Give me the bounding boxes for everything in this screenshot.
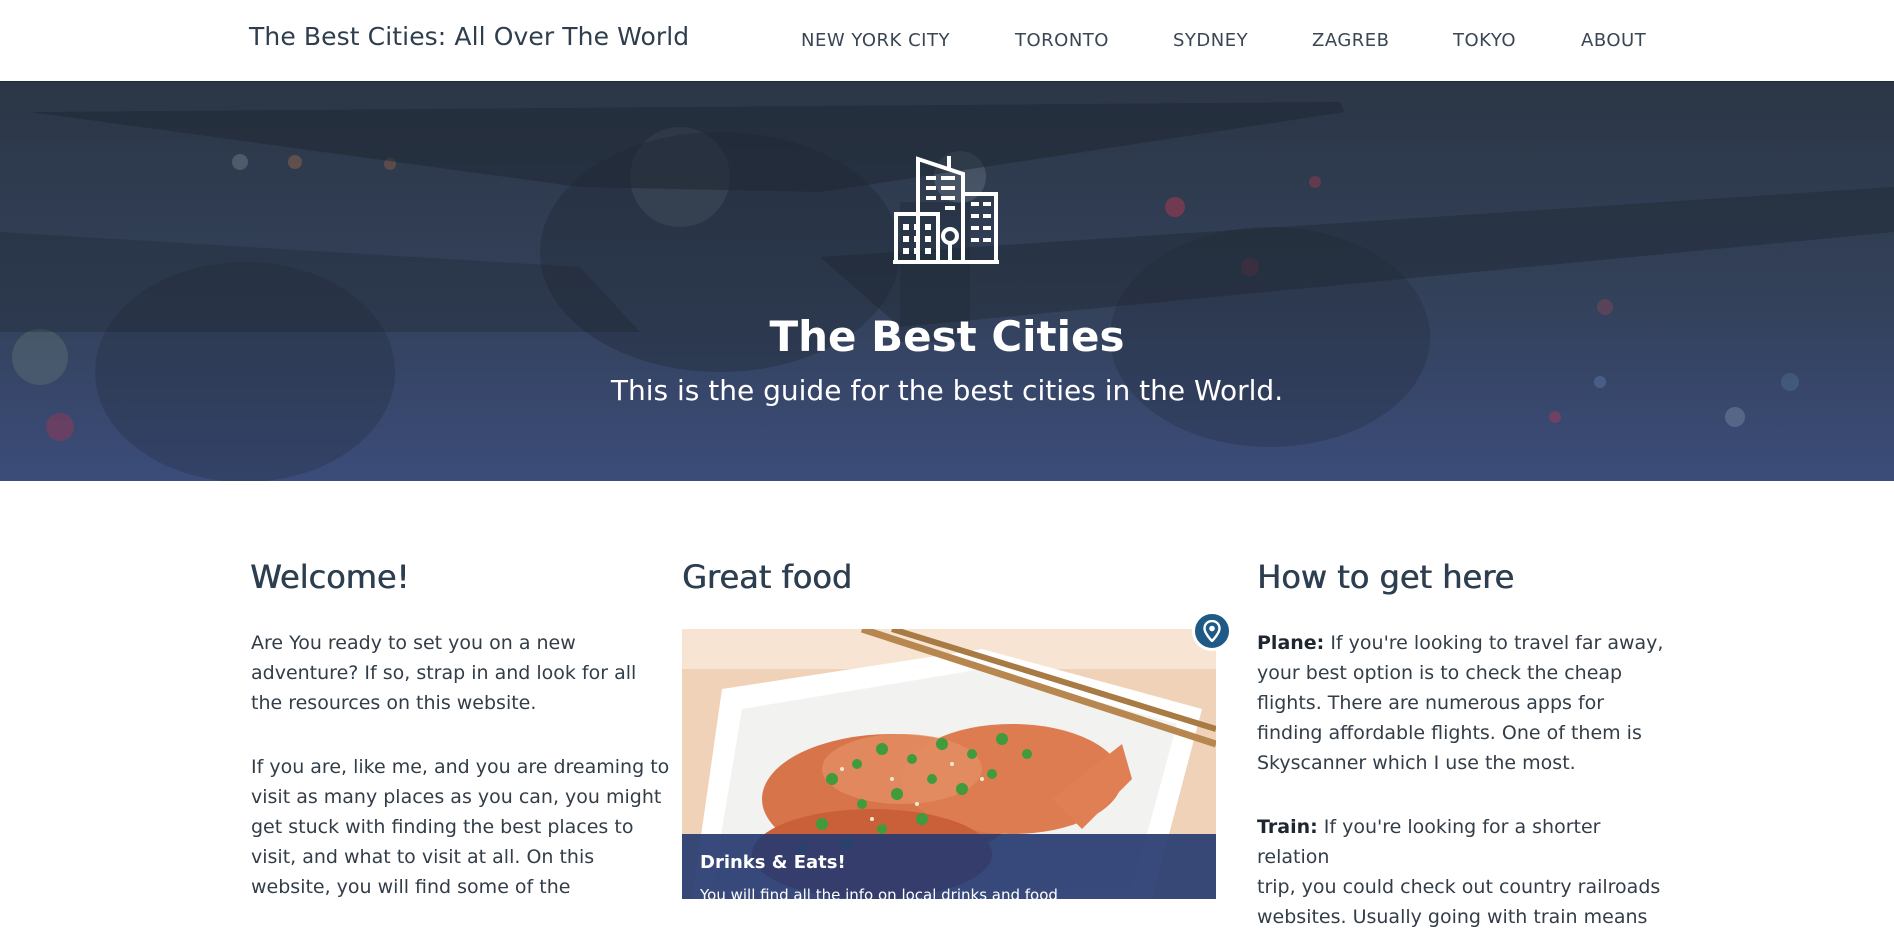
food-caption-text: You will find all the info on local drin… bbox=[700, 886, 1058, 899]
welcome-paragraph-1: Are You ready to set you on a new advent… bbox=[251, 628, 671, 718]
hero-subtitle: This is the guide for the best cities in… bbox=[610, 374, 1284, 407]
train-label: Train: bbox=[1257, 816, 1318, 838]
plane-text-line: finding affordable flights. One of them … bbox=[1257, 722, 1642, 744]
train-text-line: websites. Usually going with train means bbox=[1257, 906, 1648, 928]
welcome-p1-line: the resources on this website. bbox=[251, 692, 537, 714]
travel-plane-paragraph: Plane: If you're looking to travel far a… bbox=[1257, 628, 1677, 778]
map-pin-icon[interactable] bbox=[1192, 611, 1232, 651]
welcome-p1-line: Are You ready to set you on a new bbox=[251, 632, 576, 654]
hero-title: The Best Cities bbox=[769, 312, 1125, 361]
welcome-p2-line: If you are, like me, and you are dreamin… bbox=[251, 756, 670, 778]
site-brand-link[interactable]: The Best Cities: All Over The World bbox=[249, 22, 689, 51]
nav-link-sydney[interactable]: SYDNEY bbox=[1173, 30, 1248, 51]
travel-train-paragraph: Train: If you're looking for a shorter r… bbox=[1257, 812, 1677, 932]
welcome-heading: Welcome! bbox=[250, 558, 410, 596]
plane-text-line: your best option is to check the cheap bbox=[1257, 662, 1623, 684]
food-caption-title: Drinks & Eats! bbox=[700, 852, 846, 873]
top-navbar: The Best Cities: All Over The World NEW … bbox=[0, 0, 1894, 82]
food-card[interactable]: Drinks & Eats! You will find all the inf… bbox=[682, 629, 1216, 899]
welcome-p2-line: visit, and what to visit at all. On this bbox=[251, 846, 595, 868]
hero-banner: The Best Cities This is the guide for th… bbox=[0, 82, 1894, 481]
welcome-p1-line: adventure? If so, strap in and look for … bbox=[251, 662, 637, 684]
nav-link-zagreb[interactable]: ZAGREB bbox=[1312, 30, 1390, 51]
city-buildings-icon bbox=[893, 156, 999, 264]
welcome-p2-line: get stuck with finding the best places t… bbox=[251, 816, 634, 838]
airplane-background-image bbox=[0, 102, 1894, 481]
travel-heading: How to get here bbox=[1257, 558, 1515, 596]
welcome-paragraph-2: If you are, like me, and you are dreamin… bbox=[251, 752, 671, 902]
welcome-p2-line: visit as many places as you can, you mig… bbox=[251, 786, 662, 808]
plane-text-line: If you're looking to travel far away, bbox=[1324, 632, 1664, 654]
food-caption: Drinks & Eats! You will find all the inf… bbox=[682, 834, 1216, 899]
nav-link-about[interactable]: ABOUT bbox=[1581, 30, 1646, 51]
nav-link-tokyo[interactable]: TOKYO bbox=[1453, 30, 1516, 51]
map-pin-glyph bbox=[1203, 620, 1221, 642]
food-heading: Great food bbox=[682, 558, 852, 596]
plane-label: Plane: bbox=[1257, 632, 1325, 654]
train-text-line: trip, you could check out country railro… bbox=[1257, 876, 1661, 898]
welcome-p2-line: website, you will find some of the bbox=[251, 876, 571, 898]
plane-text-line: flights. There are numerous apps for bbox=[1257, 692, 1605, 714]
nav-link-new-york-city[interactable]: NEW YORK CITY bbox=[801, 30, 950, 51]
plane-text-line: Skyscanner which I use the most. bbox=[1257, 752, 1576, 774]
nav-link-toronto[interactable]: TORONTO bbox=[1015, 30, 1109, 51]
